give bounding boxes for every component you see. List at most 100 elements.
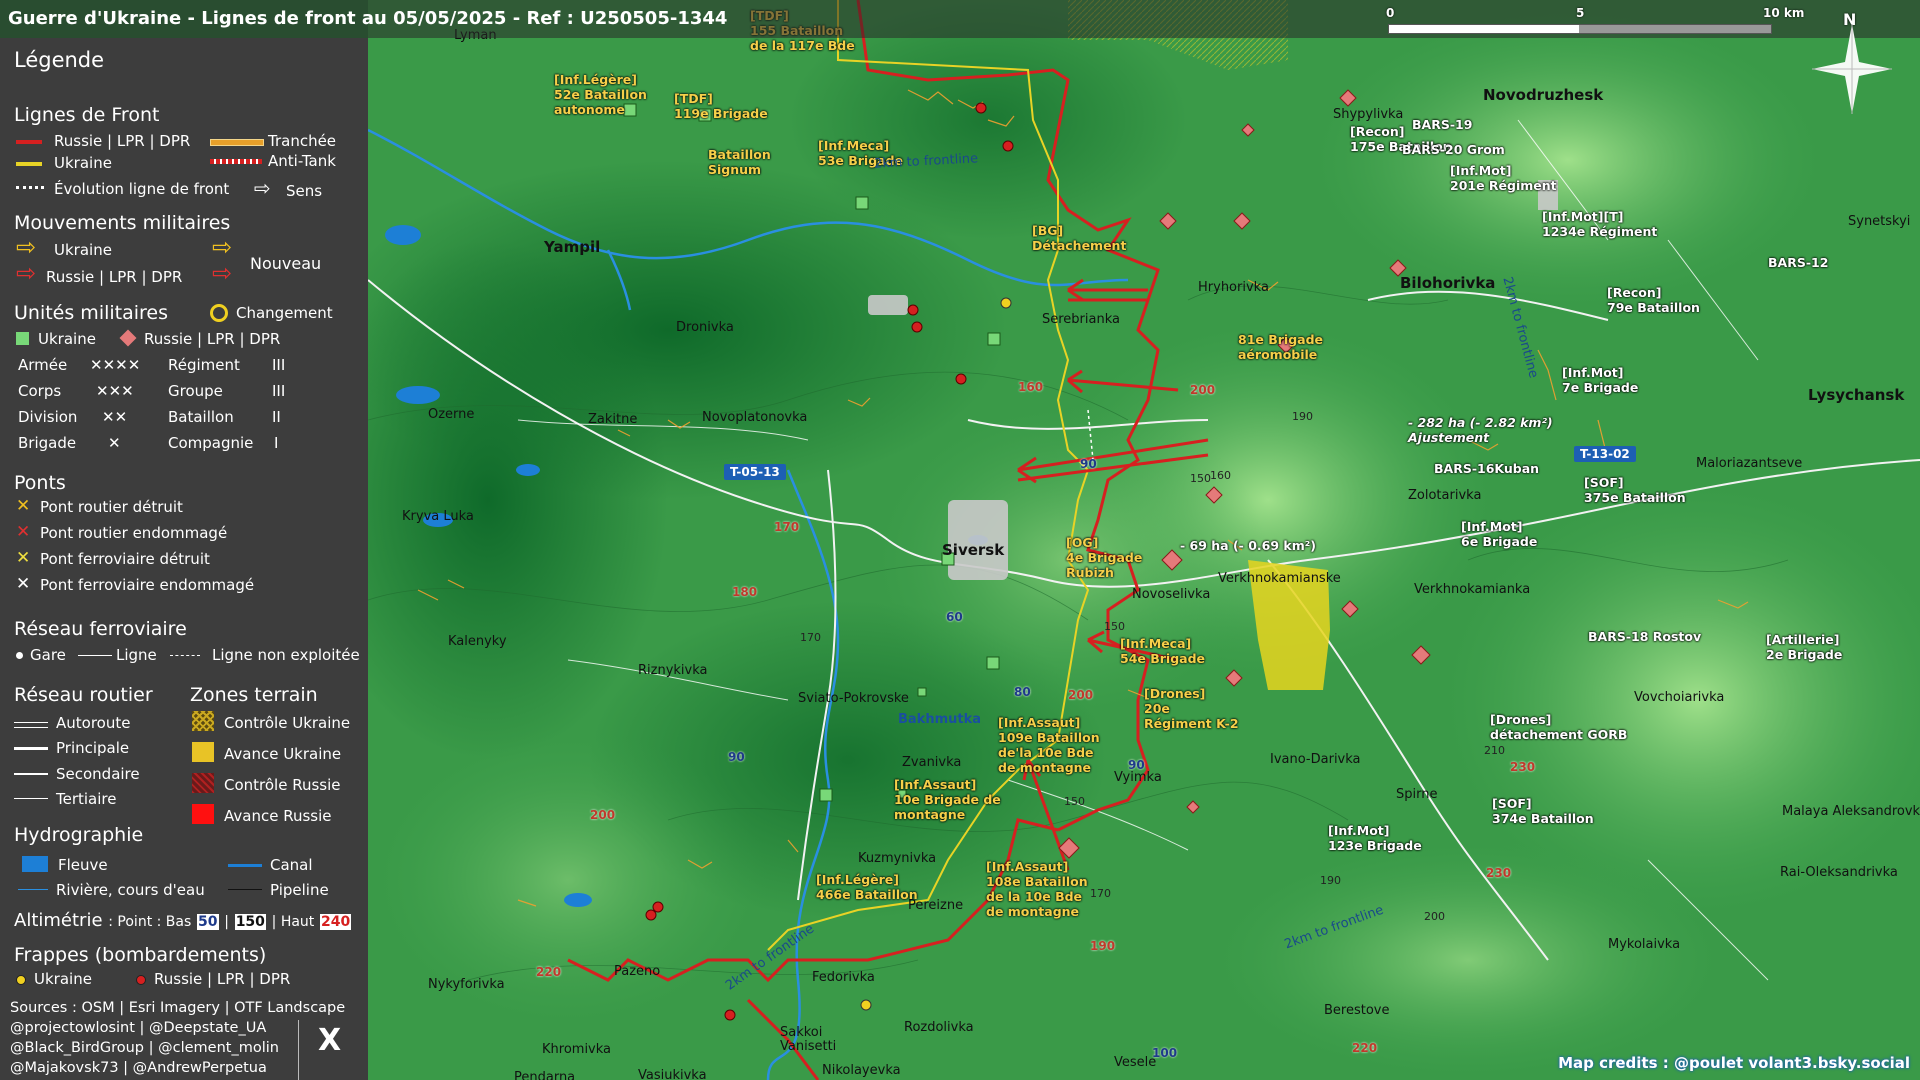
- altitude-label: 220: [536, 965, 562, 979]
- legend-panel: Légende Lignes de Front Russie | LPR | D…: [0, 38, 368, 1080]
- unit-ru-123[interactable]: [Inf.Mot] 123e Brigade: [1328, 823, 1422, 853]
- place-novoplatonovka: Novoplatonovka: [702, 410, 808, 425]
- north-arrow: N: [1812, 10, 1892, 114]
- unit-ru-recon-79[interactable]: [Recon] 79e Bataillon: [1607, 285, 1700, 315]
- unit-ru-1234[interactable]: [Inf.Mot][T] 1234e Régiment: [1542, 209, 1657, 239]
- unit-ua-signum[interactable]: Bataillon Signum: [708, 147, 771, 177]
- new-ukraine-move-icon: ⇨: [212, 233, 233, 261]
- motorway-symbol: [14, 722, 48, 728]
- map-area[interactable]: Yampil Siversk Bilohorivka Novodruzhesk …: [368, 0, 1920, 1080]
- secondary-road-symbol: [14, 773, 48, 775]
- unit-ua-og-4[interactable]: [OG] 4e Brigade Rubizh: [1066, 535, 1142, 580]
- legend-strikes-heading: Frappes (bombardements): [14, 944, 267, 966]
- legend-sources-line: Sources : OSM | Esri Imagery | OTF Lands…: [10, 1000, 346, 1016]
- place-sakkoi: Sakkoi Vanisetti: [780, 1025, 837, 1054]
- unit-ru-201[interactable]: [Inf.Mot] 201e Régiment: [1450, 163, 1557, 193]
- legend-front-ukraine: Ukraine: [54, 154, 112, 172]
- legend-echelon-symbol: ✕: [108, 434, 121, 452]
- altitude-label: 90: [1128, 758, 1145, 772]
- place-hryhorivka: Hryhorivka: [1198, 280, 1269, 295]
- altimetry-high: 240: [320, 914, 352, 930]
- place-vasiukivka: Vasiukivka: [638, 1068, 707, 1080]
- legend-rail-station: Gare: [30, 646, 66, 664]
- scale-bar: [1388, 24, 1772, 34]
- ukraine-advance-zone-icon: [192, 742, 214, 762]
- unit-ua-54[interactable]: [Inf.Meca] 54e Brigade: [1120, 636, 1205, 666]
- place-kalenyky: Kalenyky: [448, 634, 507, 649]
- legend-rail-heading: Réseau ferroviaire: [14, 618, 187, 640]
- scale-label-5: 5: [1576, 6, 1585, 20]
- legend-road-item: Tertiaire: [56, 790, 117, 808]
- unit-ru-art-2[interactable]: [Artillerie] 2e Brigade: [1766, 632, 1842, 662]
- unit-ru-bars16[interactable]: BARS-16Kuban: [1434, 461, 1539, 476]
- unit-ua-10[interactable]: [Inf.Assaut] 10e Brigade de montagne: [894, 777, 1001, 822]
- unit-ru-bars12[interactable]: BARS-12: [1768, 255, 1828, 270]
- legend-rail-line: Ligne: [116, 646, 157, 664]
- unit-ru-drones-gorb[interactable]: [Drones] détachement GORB: [1490, 712, 1627, 742]
- altitude-label: 200: [1190, 383, 1216, 397]
- unit-ru-bars20[interactable]: BARS-20 Grom: [1402, 142, 1505, 157]
- altimetry-label: Altimétrie: [14, 910, 103, 931]
- legend-road-item: Autoroute: [56, 714, 131, 732]
- altitude-label: 170: [774, 520, 800, 534]
- ukraine-line-symbol: [16, 162, 42, 166]
- russia-unit-diamond-icon: [119, 329, 137, 347]
- new-russia-move-icon: ⇨: [212, 259, 233, 287]
- canal-symbol: [228, 864, 262, 867]
- altitude-label: 60: [946, 610, 963, 624]
- legend-move-russia: Russie | LPR | DPR: [46, 268, 183, 286]
- legend-echelon-symbol: III: [272, 382, 286, 400]
- unit-ua-119[interactable]: [TDF] 119e Brigade: [674, 91, 768, 121]
- legend-roads-heading: Réseau routier: [14, 684, 153, 706]
- legend-zone-item: Contrôle Russie: [224, 776, 341, 794]
- unit-ua-108[interactable]: [Inf.Assaut] 108e Bataillon de la 10e Bd…: [986, 859, 1088, 919]
- unit-ua-52[interactable]: [Inf.Légère] 52e Bataillon autonome: [554, 72, 647, 117]
- unit-ru-bars19[interactable]: BARS-19: [1412, 117, 1472, 132]
- altitude-label: 190: [1320, 874, 1341, 887]
- river-fill-icon: [22, 856, 48, 872]
- legend-altimetry: Altimétrie : Point : Bas 50 | 150 | Haut…: [14, 910, 352, 931]
- legend-echelon-label: Corps: [18, 382, 62, 400]
- altitude-label: 210: [1484, 744, 1505, 757]
- unit-ua-466[interactable]: [Inf.Légère] 466e Bataillon: [816, 872, 918, 902]
- legend-units-change: Changement: [236, 304, 333, 322]
- legend-road-item: Principale: [56, 739, 130, 757]
- unit-ru-bars18[interactable]: BARS-18 Rostov: [1588, 629, 1701, 644]
- legend-hydro-heading: Hydrographie: [14, 824, 144, 846]
- road-shield-t0513: T-05-13: [724, 464, 786, 480]
- place-kryva-luka: Kryva Luka: [402, 509, 474, 524]
- altitude-label: 200: [1424, 910, 1445, 923]
- place-vesele: Vesele: [1114, 1055, 1157, 1070]
- unit-ru-sof-374[interactable]: [SOF] 374e Bataillon: [1492, 796, 1594, 826]
- legend-road-item: Secondaire: [56, 765, 140, 783]
- place-ivano-darivka: Ivano-Darivka: [1270, 752, 1361, 767]
- compass-icon: [1812, 24, 1892, 114]
- unit-ru-7[interactable]: [Inf.Mot] 7e Brigade: [1562, 365, 1638, 395]
- place-fedorivka: Fedorivka: [812, 970, 875, 985]
- place-riznykivka: Riznykivka: [638, 663, 708, 678]
- unit-ru-6[interactable]: [Inf.Mot] 6e Brigade: [1461, 519, 1537, 549]
- unit-ua-81[interactable]: 81e Brigade aéromobile: [1238, 332, 1323, 362]
- station-dot-icon: [16, 652, 23, 659]
- place-sviato-pokrovske: Sviato-Pokrovske: [798, 691, 909, 706]
- altitude-label: 90: [1080, 457, 1097, 471]
- legend-zone-item: Contrôle Ukraine: [224, 714, 351, 732]
- river-bakhmutka: Bakhmutka: [898, 712, 982, 727]
- legend-echelon-label: Bataillon: [168, 408, 234, 426]
- unit-ua-109[interactable]: [Inf.Assaut] 109e Bataillon de'la 10e Bd…: [998, 715, 1100, 775]
- rail-bridge-damaged-icon: ✕: [16, 574, 31, 594]
- x-logo-icon[interactable]: X: [318, 1023, 341, 1058]
- altitude-label: 170: [1090, 887, 1111, 900]
- unit-ua-drones-20[interactable]: [Drones] 20e Régiment K-2: [1144, 686, 1239, 731]
- russia-move-arrow-icon: ⇨: [16, 259, 37, 287]
- unit-ua-bg[interactable]: [BG] Détachement: [1032, 223, 1126, 253]
- place-mykolaivka: Mykolaivka: [1608, 937, 1681, 952]
- legend-units-heading: Unités militaires: [14, 302, 169, 324]
- legend-echelon-symbol: II: [272, 408, 281, 426]
- title-bar: Guerre d'Ukraine - Lignes de front au 05…: [0, 0, 1920, 38]
- unit-ru-sof-375[interactable]: [SOF] 375e Bataillon: [1584, 475, 1686, 505]
- legend-zones-heading: Zones terrain: [190, 684, 318, 706]
- place-malaya-aleksandrovk: Malaya Aleksandrovk: [1782, 804, 1920, 819]
- place-pazeno: Pazeno: [614, 964, 661, 979]
- place-lysychansk: Lysychansk: [1808, 386, 1905, 404]
